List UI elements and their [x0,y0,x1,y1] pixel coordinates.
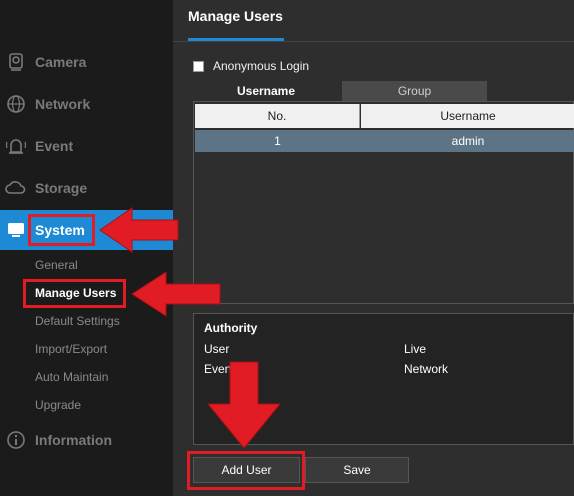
anonymous-login-checkbox[interactable]: Anonymous Login [193,59,309,73]
sidebar-subitem-auto-maintain[interactable]: Auto Maintain [35,370,108,384]
user-table: No. Username 1 admin [193,101,574,304]
checkbox-box[interactable] [193,60,204,72]
divider [173,41,574,42]
column-header-no: No. [195,104,360,128]
sidebar-subitem-upgrade[interactable]: Upgrade [35,398,81,412]
table-cell-username: admin [451,134,485,148]
sidebar-item-label: Event [35,138,74,154]
sidebar: Camera Network Event Storage System Gene… [0,0,190,496]
sidebar-item-label: Storage [35,180,88,196]
network-globe-icon [5,93,27,115]
sidebar-item-camera[interactable]: Camera [0,43,173,81]
add-user-button[interactable]: Add User [193,457,300,483]
column-header-username: Username [361,104,574,128]
table-cell-no: 1 [274,134,281,148]
sidebar-item-storage[interactable]: Storage [0,169,173,207]
camera-icon [5,51,27,73]
sidebar-subitem-import-export[interactable]: Import/Export [35,342,107,356]
sidebar-subitem-general[interactable]: General [35,258,78,272]
tab-group[interactable]: Group [342,81,487,101]
sidebar-item-network[interactable]: Network [0,85,173,123]
main-panel: Manage Users Anonymous Login Username Gr… [173,0,574,496]
page-title: Manage Users [188,8,283,24]
authority-item: Network [404,362,449,376]
authority-item: User [204,342,230,356]
authority-panel: Authority User Live Even Network [193,313,574,445]
info-icon [5,429,27,451]
sidebar-item-label: Information [35,432,112,448]
cloud-storage-icon [5,177,27,199]
anonymous-login-label: Anonymous Login [213,59,310,73]
save-button[interactable]: Save [305,457,409,483]
sidebar-subitem-default-settings[interactable]: Default Settings [35,314,120,328]
sidebar-item-system[interactable]: System [0,210,190,250]
tab-username[interactable]: Username [193,81,339,101]
sidebar-item-label: Network [35,96,91,112]
monitor-icon [5,219,27,241]
authority-item: Even [204,362,232,376]
sidebar-item-event[interactable]: Event [0,127,173,165]
sidebar-item-label: Camera [35,54,87,70]
table-row[interactable]: 1 admin [195,130,574,152]
sidebar-item-label: System [35,222,85,238]
authority-item: Live [404,342,427,356]
alarm-bell-icon [5,135,27,157]
sidebar-subitem-manage-users[interactable]: Manage Users [35,286,116,300]
sidebar-item-information[interactable]: Information [0,421,173,459]
authority-title: Authority [204,321,258,335]
